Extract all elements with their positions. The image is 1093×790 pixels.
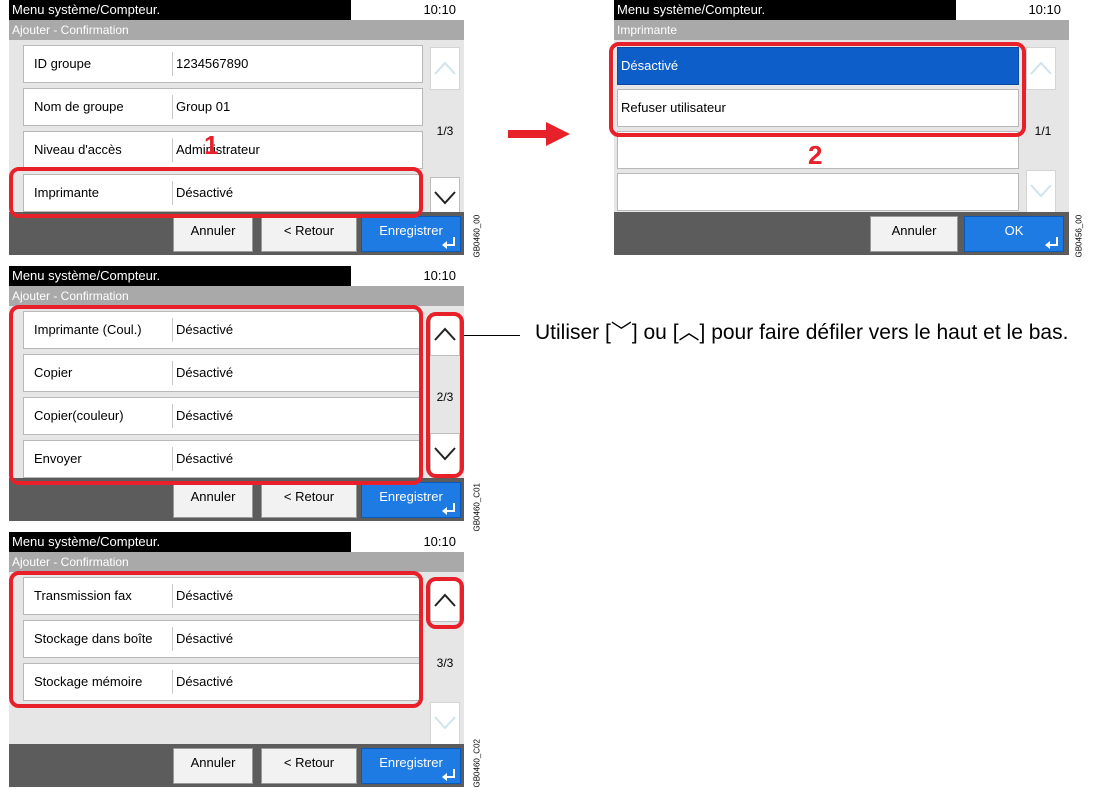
row-value: Group 01 (176, 99, 231, 114)
scroll-down-button[interactable] (1026, 170, 1056, 213)
highlight-imprimante-row (9, 167, 423, 218)
empty-row (617, 173, 1019, 211)
enter-icon (442, 237, 455, 249)
screen-subtitle: Ajouter - Confirmation (9, 20, 464, 40)
clock: 10:10 (1028, 2, 1061, 17)
cancel-button[interactable]: Annuler (173, 216, 253, 252)
save-button[interactable]: Enregistrer (361, 482, 461, 518)
row-id-groupe[interactable]: ID groupe 1234567890 (23, 45, 423, 83)
back-button[interactable]: < Retour (261, 216, 357, 252)
enter-icon (1045, 237, 1058, 249)
ok-label: OK (1004, 223, 1024, 238)
leader-line (464, 335, 520, 336)
highlight-options (609, 42, 1026, 137)
save-button[interactable]: Enregistrer (361, 748, 461, 784)
system-menu-title: Menu système/Compteur. (614, 0, 956, 20)
row-divider (172, 138, 173, 162)
screen-subtitle: Imprimante (614, 20, 1069, 40)
ok-button[interactable]: OK (964, 216, 1064, 252)
scroll-down-button[interactable] (430, 702, 460, 745)
scroll-up-button[interactable] (430, 47, 460, 90)
chevron-up-icon (1030, 61, 1052, 75)
highlight-list-2 (9, 305, 423, 485)
system-menu-title: Menu système/Compteur. (9, 0, 351, 20)
row-label: Niveau d'accès (34, 142, 122, 157)
arrow-right-icon (508, 122, 570, 146)
clock: 10:10 (423, 268, 456, 283)
save-label: Enregistrer (379, 755, 443, 770)
page-indicator: 3/3 (436, 656, 454, 670)
screen-subtitle: Ajouter - Confirmation (9, 552, 464, 572)
row-divider (172, 52, 173, 76)
highlight-list-3 (9, 571, 423, 708)
row-nom-de-groupe[interactable]: Nom de groupe Group 01 (23, 88, 423, 126)
cancel-button[interactable]: Annuler (870, 216, 958, 252)
chevron-down-icon (1030, 184, 1052, 198)
page-indicator: 1/3 (436, 124, 454, 138)
save-label: Enregistrer (379, 223, 443, 238)
row-niveau-acces[interactable]: Niveau d'accès Administrateur (23, 131, 423, 169)
clock: 10:10 (423, 534, 456, 549)
chevron-down-icon (434, 191, 456, 205)
enter-icon (442, 503, 455, 515)
scroll-up-button[interactable] (1026, 47, 1056, 90)
system-bar: Menu système/Compteur. 10:10 (614, 0, 1069, 20)
row-label: ID groupe (34, 56, 92, 71)
highlight-scroll-2 (426, 312, 464, 478)
system-menu-title: Menu système/Compteur. (9, 532, 351, 552)
figure-code: GB0460_C02 (472, 739, 482, 788)
page-indicator: 1/1 (1034, 124, 1052, 138)
save-button[interactable]: Enregistrer (361, 216, 461, 252)
save-label: Enregistrer (379, 489, 443, 504)
back-button[interactable]: < Retour (261, 748, 357, 784)
system-bar: Menu système/Compteur. 10:10 (9, 266, 464, 286)
chevron-down-icon (434, 716, 456, 730)
screen-subtitle: Ajouter - Confirmation (9, 286, 464, 306)
row-label: Nom de groupe (34, 99, 124, 114)
figure-code: GB0460_00 (472, 214, 482, 258)
figure-code: GB0456_00 (1074, 214, 1084, 258)
callout-step-1: 1 (204, 130, 219, 160)
figure-code: GB0460_C01 (472, 483, 482, 532)
chevron-up-icon (434, 61, 456, 75)
row-divider (172, 95, 173, 119)
cancel-button[interactable]: Annuler (173, 748, 253, 784)
enter-icon (442, 769, 455, 781)
callout-step-2: 2 (808, 140, 823, 170)
system-menu-title: Menu système/Compteur. (9, 266, 351, 286)
back-button[interactable]: < Retour (261, 482, 357, 518)
system-bar: Menu système/Compteur. 10:10 (9, 532, 464, 552)
cancel-button[interactable]: Annuler (173, 482, 253, 518)
scroll-instruction-note: Utiliser [﹀] ou [︿] pour faire défiler v… (535, 321, 1069, 344)
row-value: 1234567890 (176, 56, 249, 71)
system-bar: Menu système/Compteur. 10:10 (9, 0, 464, 20)
clock: 10:10 (423, 2, 456, 17)
highlight-scroll-3 (426, 577, 464, 629)
